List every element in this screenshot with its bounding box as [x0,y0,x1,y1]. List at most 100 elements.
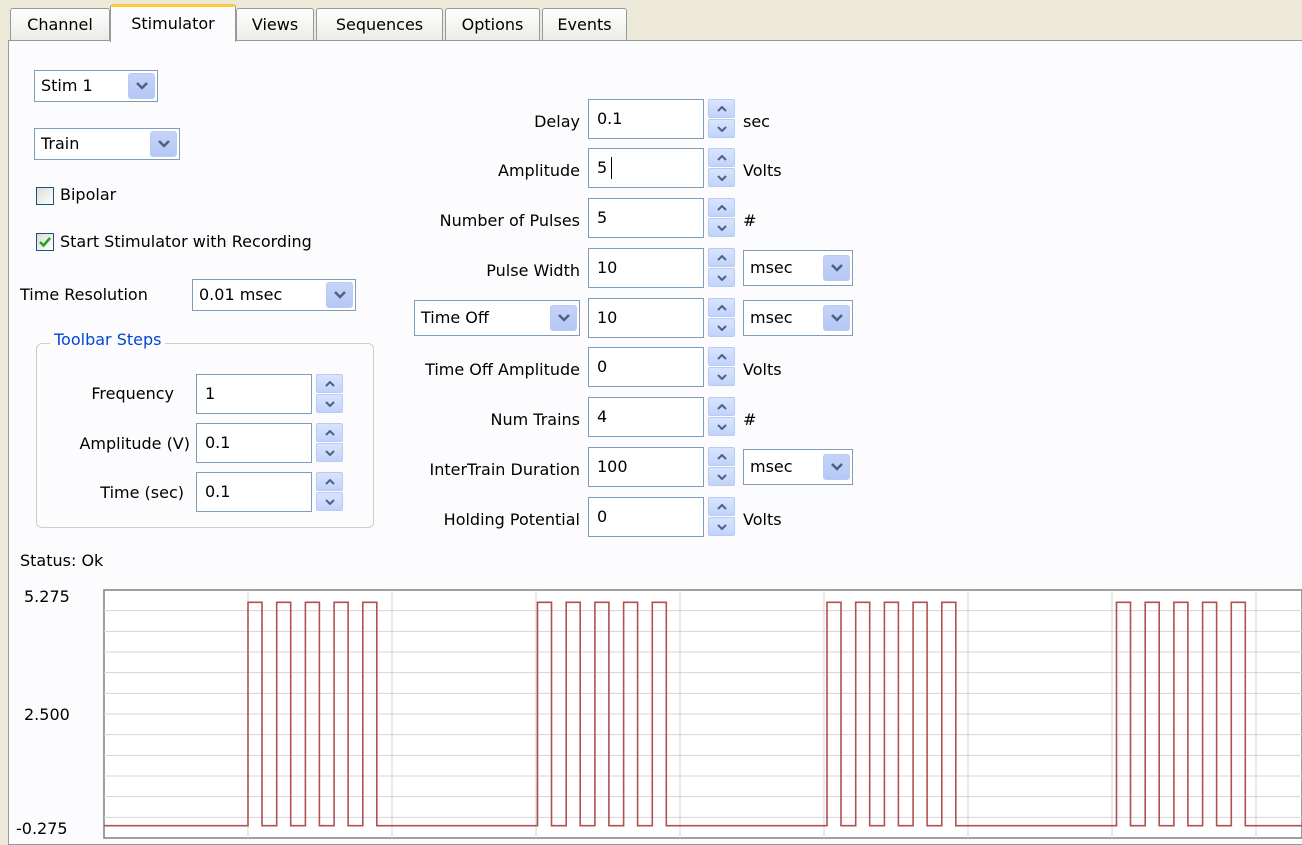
amplitude-spinner[interactable] [708,148,735,188]
mode-select[interactable]: Train [34,128,180,160]
delay-unit: sec [743,112,770,131]
arrow-up-icon[interactable] [316,423,343,442]
arrow-down-icon[interactable] [316,492,343,511]
pulse-width-unit-value: msec [750,258,793,277]
number-of-pulses-input[interactable]: 5 [588,198,704,238]
arrow-down-icon[interactable] [708,467,735,486]
chevron-down-icon[interactable] [550,305,577,331]
num-trains-spinner[interactable] [708,397,735,437]
arrow-down-icon[interactable] [708,168,735,187]
tab-channel[interactable]: Channel [10,8,110,40]
time-resolution-value: 0.01 msec [199,285,283,304]
arrow-down-icon[interactable] [708,318,735,337]
frequency-step-input[interactable]: 1 [196,374,312,414]
arrow-up-icon[interactable] [316,472,343,491]
holding-potential-label: Holding Potential [443,510,580,529]
delay-spinner[interactable] [708,99,735,139]
time-step-label: Time (sec) [100,483,184,502]
frequency-label: Frequency [91,384,174,403]
chevron-down-icon[interactable] [823,305,850,331]
arrow-down-icon[interactable] [708,367,735,386]
time-off-amplitude-unit: Volts [743,360,782,379]
delay-input[interactable]: 0.1 [588,99,704,139]
arrow-down-icon[interactable] [708,119,735,138]
holding-potential-input[interactable]: 0 [588,497,704,537]
arrow-up-icon[interactable] [708,447,735,466]
arrow-up-icon[interactable] [708,397,735,416]
chevron-down-icon[interactable] [823,255,850,281]
stim-select[interactable]: Stim 1 [34,70,158,102]
y-tick-label-top: 5.275 [24,587,70,606]
time-off-amplitude-input[interactable]: 0 [588,347,704,387]
time-off-mode-value: Time Off [421,308,489,327]
arrow-up-icon[interactable] [708,198,735,217]
tab-options[interactable]: Options [445,8,540,40]
time-resolution-label: Time Resolution [20,285,148,304]
arrow-down-icon[interactable] [316,394,343,413]
amplitude-unit: Volts [743,161,782,180]
amplitude-step-input[interactable]: 0.1 [196,423,312,463]
intertrain-unit-value: msec [750,457,793,476]
chevron-down-icon[interactable] [150,131,177,157]
tab-stimulator[interactable]: Stimulator [110,4,236,42]
intertrain-duration-input[interactable]: 100 [588,447,704,487]
tab-bar: Channel Stimulator Views Sequences Optio… [0,0,1302,42]
mode-select-value: Train [41,134,80,153]
status-text: Status: Ok [20,551,104,570]
arrow-down-icon[interactable] [708,517,735,536]
pulse-width-unit-select[interactable]: msec [743,250,853,286]
arrow-up-icon[interactable] [708,248,735,267]
intertrain-unit-select[interactable]: msec [743,449,853,485]
arrow-up-icon[interactable] [708,347,735,366]
check-icon [39,237,51,248]
stim-select-value: Stim 1 [41,76,93,95]
y-tick-label-bottom: -0.275 [16,819,68,838]
time-off-amplitude-label: Time Off Amplitude [425,360,580,379]
arrow-down-icon[interactable] [316,443,343,462]
number-of-pulses-spinner[interactable] [708,198,735,238]
arrow-down-icon[interactable] [708,268,735,287]
bipolar-checkbox[interactable] [36,187,54,205]
delay-label: Delay [534,112,580,131]
amplitude-step-spinner[interactable] [316,423,343,463]
bipolar-label: Bipolar [60,185,117,204]
time-off-input[interactable]: 10 [588,298,704,338]
chevron-down-icon[interactable] [128,73,155,99]
holding-potential-unit: Volts [743,510,782,529]
arrow-up-icon[interactable] [316,374,343,393]
tab-sequences[interactable]: Sequences [316,8,443,40]
toolbar-steps-title: Toolbar Steps [50,330,166,349]
amplitude-label: Amplitude [498,161,580,180]
frequency-spinner[interactable] [316,374,343,414]
arrow-down-icon[interactable] [708,218,735,237]
amplitude-input[interactable]: 5 [588,148,704,188]
time-off-amplitude-spinner[interactable] [708,347,735,387]
time-off-spinner[interactable] [708,298,735,338]
time-off-unit-select[interactable]: msec [743,300,853,336]
arrow-up-icon[interactable] [708,148,735,167]
start-with-recording-checkbox[interactable] [36,233,54,251]
time-step-spinner[interactable] [316,472,343,512]
arrow-up-icon[interactable] [708,298,735,317]
pulse-width-input[interactable]: 10 [588,248,704,288]
amplitude-step-label: Amplitude (V) [79,434,190,453]
time-off-mode-select[interactable]: Time Off [414,300,580,336]
chevron-down-icon[interactable] [823,454,850,480]
y-tick-label-mid: 2.500 [24,705,70,724]
text-caret [611,157,612,179]
number-of-pulses-label: Number of Pulses [439,211,580,230]
time-step-input[interactable]: 0.1 [196,472,312,512]
intertrain-duration-spinner[interactable] [708,447,735,487]
chevron-down-icon[interactable] [326,282,353,308]
arrow-down-icon[interactable] [708,417,735,436]
arrow-up-icon[interactable] [708,99,735,118]
time-resolution-select[interactable]: 0.01 msec [192,279,356,311]
arrow-up-icon[interactable] [708,497,735,516]
start-with-recording-label: Start Stimulator with Recording [60,232,312,251]
num-trains-label: Num Trains [490,410,580,429]
tab-events[interactable]: Events [542,8,627,40]
pulse-width-spinner[interactable] [708,248,735,288]
num-trains-input[interactable]: 4 [588,397,704,437]
tab-views[interactable]: Views [236,8,314,40]
holding-potential-spinner[interactable] [708,497,735,537]
